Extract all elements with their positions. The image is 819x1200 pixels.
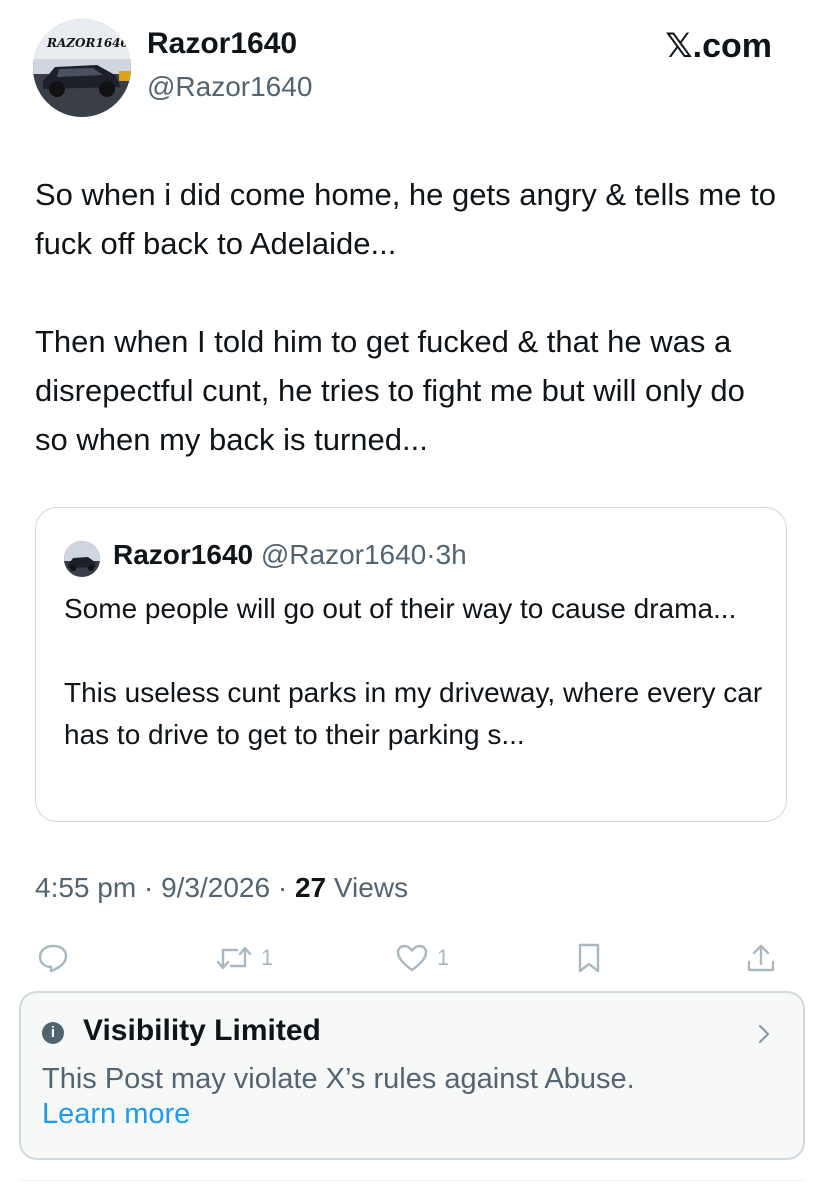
post-time[interactable]: 4:55 pm: [35, 872, 136, 903]
quoted-post-header: Razor1640 @Razor1640·3h: [113, 537, 467, 573]
quoted-author-handle: @Razor1640: [260, 539, 427, 570]
meta-separator: ·: [136, 872, 162, 903]
svg-text:RAZOR1640: RAZOR1640: [46, 36, 130, 50]
author-display-name[interactable]: Razor1640: [147, 26, 297, 62]
reply-button[interactable]: [37, 942, 77, 974]
meta-separator: ·: [270, 872, 295, 903]
quoted-post-text: Some people will go out of their way to …: [64, 588, 764, 756]
share-icon: [747, 944, 775, 972]
quoted-post-time: 3h: [435, 539, 467, 570]
notice-text: This Post may violate X’s rules against …: [42, 1063, 635, 1095]
author-avatar[interactable]: RAZOR1640: [33, 19, 131, 117]
views-label: Views: [326, 872, 409, 903]
quoted-author-avatar: [64, 541, 100, 577]
repost-button[interactable]: 1: [215, 942, 273, 974]
post-paragraph: So when i did come home, he gets angry &…: [35, 177, 776, 261]
reply-icon: [38, 944, 68, 973]
quoted-avatar-car-image: [64, 541, 100, 577]
repost-icon: [216, 946, 252, 970]
learn-more-link[interactable]: Learn more: [42, 1095, 190, 1133]
like-count: 1: [437, 945, 450, 970]
quoted-paragraph: This useless cunt parks in my driveway, …: [64, 677, 763, 750]
quoted-separator: ·: [426, 539, 436, 570]
quoted-author-name: Razor1640: [113, 539, 254, 570]
visibility-notice[interactable]: i Visibility Limited This Post may viola…: [19, 991, 805, 1160]
repost-count: 1: [261, 945, 274, 970]
share-button[interactable]: [745, 942, 777, 974]
heart-icon: [396, 944, 428, 972]
author-handle[interactable]: @Razor1640: [147, 70, 312, 104]
brand-logo: 𝕏.com: [665, 27, 772, 65]
chevron-right-icon[interactable]: [757, 1023, 771, 1045]
quoted-paragraph: Some people will go out of their way to …: [64, 593, 737, 624]
bottom-divider: [19, 1180, 805, 1181]
quoted-post-card[interactable]: Razor1640 @Razor1640·3h Some people will…: [35, 507, 787, 822]
views-count: 27: [294, 872, 327, 903]
info-icon: i: [42, 1022, 64, 1044]
avatar-car-image: RAZOR1640: [33, 19, 131, 117]
like-button[interactable]: 1: [395, 942, 449, 974]
post-date[interactable]: 9/3/2026: [161, 872, 270, 903]
notice-title: Visibility Limited: [83, 1014, 321, 1047]
post-text: So when i did come home, he gets angry &…: [35, 170, 785, 464]
post-paragraph: Then when I told him to get fucked & tha…: [35, 324, 745, 457]
post-meta: 4:55 pm · 9/3/2026 · 27 Views: [35, 870, 408, 906]
bookmark-icon: [578, 943, 600, 973]
bookmark-button[interactable]: [575, 942, 603, 974]
